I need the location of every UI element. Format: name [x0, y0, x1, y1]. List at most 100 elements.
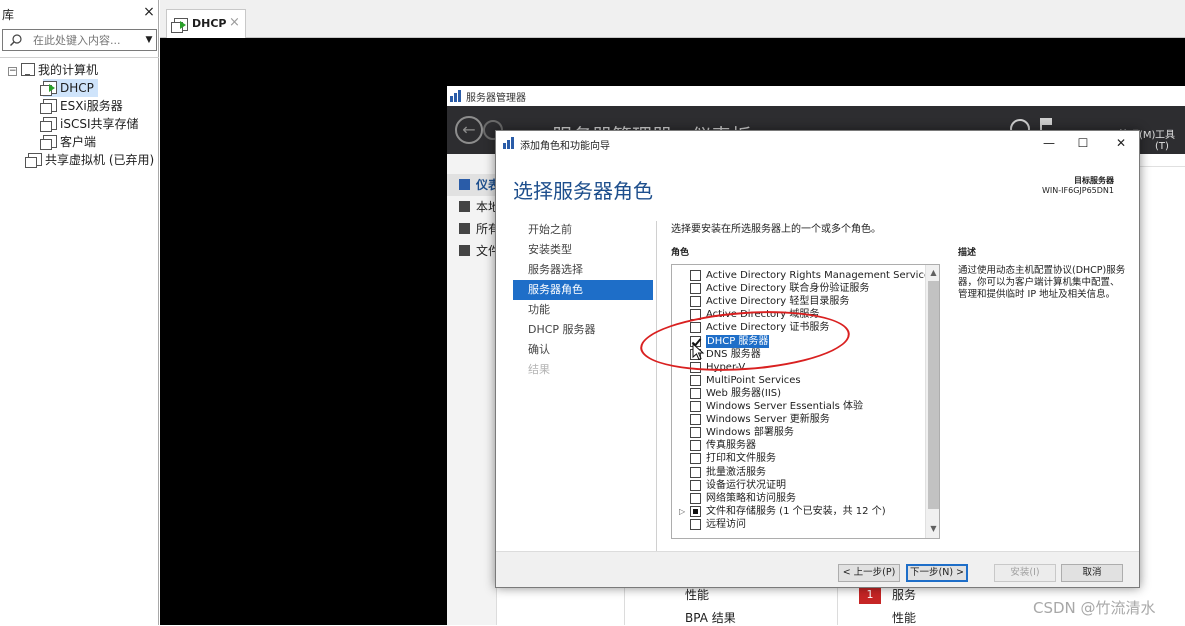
- description-label: 描述: [958, 248, 977, 258]
- wizard-step[interactable]: DHCP 服务器: [513, 320, 653, 340]
- target-server-name: WIN-IF6GJP65DN1: [1042, 186, 1114, 195]
- role-label: 批量激活服务: [706, 466, 766, 478]
- tree-item-label: ESXi服务器: [60, 99, 123, 113]
- tab-label: DHCP: [192, 17, 227, 30]
- wizard-step[interactable]: 安装类型: [513, 240, 653, 260]
- tile-item[interactable]: 性能: [685, 586, 709, 603]
- role-checkbox[interactable]: [690, 374, 701, 386]
- tab-strip: [160, 0, 1185, 38]
- dashboard-icon: [459, 179, 470, 190]
- close-button[interactable]: ✕: [1109, 134, 1133, 152]
- tree-item-my-computer[interactable]: − 我的计算机: [8, 61, 98, 79]
- role-checkbox[interactable]: [690, 361, 701, 373]
- description-text: 通过使用动态主机配置协议(DHCP)服务器，你可以为客户端计算机集中配置、管理和…: [958, 265, 1126, 300]
- role-checkbox[interactable]: [690, 440, 701, 452]
- storage-icon: [459, 245, 470, 256]
- role-checkbox[interactable]: [690, 518, 701, 530]
- scroll-down-icon[interactable]: ▼: [928, 523, 939, 534]
- wizard-step[interactable]: 确认: [513, 340, 653, 360]
- role-checkbox[interactable]: [690, 270, 701, 281]
- tile-item[interactable]: 服务: [892, 586, 916, 603]
- wizard-icon: [503, 137, 514, 149]
- role-label: Windows Server Essentials 体验: [706, 401, 864, 412]
- expand-icon[interactable]: ▷: [679, 505, 685, 518]
- role-checkbox[interactable]: [690, 309, 701, 321]
- tree-item-label: DHCP: [60, 81, 94, 95]
- tree-item-dhcp[interactable]: DHCP: [40, 79, 98, 97]
- role-checkbox[interactable]: [690, 479, 701, 491]
- library-search-box[interactable]: ▼: [2, 29, 157, 51]
- library-search-input[interactable]: [33, 32, 141, 48]
- role-checkbox[interactable]: [690, 466, 701, 478]
- nav-item-label: 本地服务器: [476, 200, 497, 214]
- tree-item-shared-vms[interactable]: 共享虚拟机 (已弃用): [25, 151, 154, 169]
- collapse-icon[interactable]: −: [8, 67, 17, 76]
- role-label: Windows Server 更新服务: [706, 414, 830, 426]
- back-arrow-icon[interactable]: ←: [455, 116, 483, 144]
- nav-item-dashboard[interactable]: 仪表板: [447, 174, 497, 196]
- install-button[interactable]: 安装(I): [994, 564, 1056, 582]
- library-close-button[interactable]: ×: [142, 4, 156, 20]
- watermark: CSDN @竹流清水: [1033, 599, 1156, 617]
- chevron-down-icon[interactable]: ▼: [143, 34, 155, 46]
- divider: [656, 221, 657, 551]
- wizard-step[interactable]: 开始之前: [513, 220, 653, 240]
- role-label: MultiPoint Services: [706, 374, 801, 386]
- role-checkbox[interactable]: [690, 427, 701, 439]
- role-checkbox[interactable]: [690, 414, 701, 426]
- scroll-thumb[interactable]: [928, 281, 939, 509]
- nav-item-all-servers[interactable]: 所有服务器: [447, 218, 497, 240]
- close-icon[interactable]: ×: [229, 15, 240, 30]
- role-checkbox[interactable]: [690, 322, 701, 334]
- cancel-button[interactable]: 取消: [1061, 564, 1123, 582]
- divider: [0, 57, 159, 58]
- role-checkbox[interactable]: [690, 283, 701, 295]
- tree-item-iscsi[interactable]: iSCSI共享存储: [40, 115, 139, 133]
- next-button[interactable]: 下一步(N) >: [906, 564, 968, 582]
- role-checkbox[interactable]: [690, 505, 701, 517]
- roles-scrollbar[interactable]: ▲ ▼: [925, 265, 939, 538]
- dashboard-content: [1137, 166, 1185, 625]
- role-label: 传真服务器: [706, 440, 756, 452]
- tools-menu[interactable]: 工具(T): [1155, 126, 1185, 152]
- wizard-titlebar: 添加角色和功能向导 — ☐ ✕: [496, 131, 1139, 155]
- vm-icon: [40, 99, 57, 114]
- wizard-step[interactable]: 服务器角色: [513, 280, 653, 300]
- role-checkbox[interactable]: [690, 401, 701, 412]
- role-checkbox[interactable]: [690, 453, 701, 465]
- nav-item-local-server[interactable]: 本地服务器: [447, 196, 497, 218]
- role-label: Active Directory 轻型目录服务: [706, 296, 850, 308]
- previous-button[interactable]: < 上一步(P): [838, 564, 900, 582]
- role-label: Hyper-V: [706, 361, 746, 373]
- vm-running-icon: [40, 81, 57, 96]
- tree-item-label: 我的计算机: [38, 63, 99, 77]
- nav-item-file-storage[interactable]: 文件和存储服务: [447, 240, 497, 262]
- role-label: Windows 部署服务: [706, 427, 794, 439]
- tree-item-esxi[interactable]: ESXi服务器: [40, 97, 123, 115]
- roles-list[interactable]: Active Directory Rights Management Servi…: [671, 264, 940, 539]
- role-label: 设备运行状况证明: [706, 479, 786, 491]
- scroll-up-icon[interactable]: ▲: [928, 267, 939, 278]
- maximize-button[interactable]: ☐: [1071, 134, 1095, 152]
- tile-item[interactable]: 性能: [892, 609, 916, 626]
- tab-dhcp[interactable]: DHCP ×: [166, 9, 246, 38]
- role-label: Active Directory Rights Management Servi…: [706, 270, 936, 281]
- nav-item-label: 文件和存储服务: [476, 244, 497, 258]
- library-title: 库: [2, 8, 15, 22]
- role-checkbox[interactable]: [690, 296, 701, 308]
- servers-icon: [459, 223, 470, 234]
- server-manager-titlebar: 服务器管理器: [447, 86, 1185, 106]
- wizard-step[interactable]: 功能: [513, 300, 653, 320]
- wizard-step[interactable]: 服务器选择: [513, 260, 653, 280]
- tree-item-client[interactable]: 客户端: [40, 133, 96, 151]
- wizard-title: 添加角色和功能向导: [520, 141, 610, 152]
- role-label: Active Directory 域服务: [706, 309, 820, 321]
- tile-item[interactable]: BPA 结果: [685, 609, 736, 626]
- minimize-button[interactable]: —: [1037, 134, 1061, 152]
- instruction-text: 选择要安装在所选服务器上的一个或多个角色。: [671, 224, 881, 235]
- role-label: DHCP 服务器: [706, 334, 770, 348]
- role-checkbox[interactable]: [690, 387, 701, 399]
- search-icon: [10, 34, 22, 46]
- shared-vm-icon: [25, 153, 42, 168]
- role-checkbox[interactable]: [690, 492, 701, 504]
